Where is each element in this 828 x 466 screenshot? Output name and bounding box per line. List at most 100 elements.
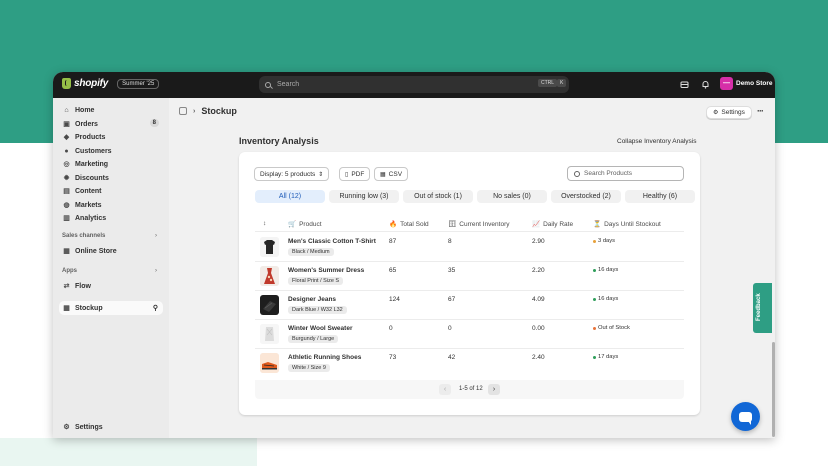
table-row[interactable]: Men's Classic Cotton T-Shirt Black / Med… bbox=[255, 233, 684, 262]
sort-toggle[interactable]: ↕ bbox=[263, 220, 266, 227]
tab-out-of-stock[interactable]: Out of stock (1) bbox=[403, 190, 473, 203]
pagination-range: 1-5 of 12 bbox=[459, 386, 483, 392]
apps-heading: Apps bbox=[62, 268, 77, 274]
chevron-right-icon[interactable]: › bbox=[155, 233, 157, 239]
settings-button[interactable]: ⚙ Settings bbox=[706, 106, 752, 119]
current-inventory: 67 bbox=[448, 296, 456, 303]
sidebar-item-customers[interactable]: ● Customers bbox=[59, 145, 163, 157]
pdf-button[interactable]: ▯ PDF bbox=[339, 167, 371, 181]
current-inventory: 35 bbox=[448, 267, 456, 274]
sidebar-item-stockup[interactable]: ▦ Stockup ⚲ bbox=[59, 301, 163, 315]
sidebar-item-flow[interactable]: ⇄ Flow bbox=[59, 280, 163, 292]
total-sold: 73 bbox=[389, 354, 397, 361]
page-background-accent bbox=[0, 438, 257, 466]
tab-all[interactable]: All (12) bbox=[255, 190, 325, 203]
product-thumbnail bbox=[260, 295, 279, 315]
pin-icon[interactable]: ⚲ bbox=[153, 304, 158, 312]
top-bar: shopify Summer '25 Search CTRL K — Demo … bbox=[53, 72, 775, 98]
tab-no-sales[interactable]: No sales (0) bbox=[477, 190, 547, 203]
csv-button[interactable]: ▦ CSV bbox=[374, 167, 409, 181]
home-icon: ⌂ bbox=[64, 106, 69, 114]
status-dot bbox=[593, 355, 596, 359]
product-name: Athletic Running Shoes bbox=[288, 354, 362, 361]
box-icon: 🗄 bbox=[448, 221, 457, 228]
scrollbar[interactable] bbox=[772, 342, 775, 437]
global-search-input[interactable]: Search CTRL K bbox=[259, 76, 569, 93]
sidebar-item-home[interactable]: ⌂ Home bbox=[59, 104, 163, 116]
days-until-stockout: 3 days bbox=[593, 238, 615, 244]
sidebar-item-marketing[interactable]: ◎ Marketing bbox=[59, 158, 163, 170]
discount-icon: ✹ bbox=[63, 175, 70, 182]
search-products-input[interactable]: Search Products bbox=[567, 166, 684, 181]
display-select[interactable]: Display: 5 products ⇕ bbox=[254, 167, 330, 181]
column-product[interactable]: 🛒 Product bbox=[288, 220, 322, 229]
table-row[interactable]: Designer Jeans Dark Blue / W32 L32 124 6… bbox=[255, 291, 684, 320]
product-variant: Burgundy / Large bbox=[288, 335, 339, 343]
table-row[interactable]: Women's Summer Dress Floral Print / Size… bbox=[255, 262, 684, 291]
sidebar-item-content[interactable]: ▤ Content bbox=[59, 185, 163, 197]
column-daily-rate[interactable]: 📈 Daily Rate bbox=[532, 220, 574, 229]
product-variant: Floral Print / Size S bbox=[288, 277, 344, 285]
cart-icon: 🛒 bbox=[288, 221, 297, 228]
days-until-stockout-value: 16 days bbox=[598, 267, 619, 273]
shortcut-ctrl-key: CTRL bbox=[538, 79, 558, 87]
sidebar-item-discounts[interactable]: ✹ Discounts bbox=[59, 172, 163, 184]
search-placeholder: Search bbox=[277, 81, 300, 88]
total-sold: 87 bbox=[389, 238, 397, 245]
table-row[interactable]: Athletic Running Shoes White / Size 9 73… bbox=[255, 349, 684, 378]
sidebar-item-settings[interactable]: ⚙ Settings bbox=[59, 421, 163, 433]
table-row[interactable]: Winter Wool Sweater Burgundy / Large 0 0… bbox=[255, 320, 684, 349]
csv-button-label: CSV bbox=[388, 170, 403, 178]
column-current-inventory[interactable]: 🗄 Current Inventory bbox=[448, 220, 509, 229]
daily-rate: 2.20 bbox=[532, 267, 545, 274]
days-until-stockout-value: Out of Stock bbox=[598, 325, 630, 331]
daily-rate: 0.00 bbox=[532, 325, 545, 332]
search-products-placeholder: Search Products bbox=[584, 170, 633, 177]
bell-icon[interactable] bbox=[701, 80, 710, 89]
season-badge: Summer '25 bbox=[117, 78, 160, 89]
more-actions-button[interactable]: ··· bbox=[757, 106, 764, 116]
globe-icon: ◍ bbox=[63, 202, 70, 209]
sidebar-item-label: Analytics bbox=[75, 214, 107, 222]
days-until-stockout: Out of Stock bbox=[593, 325, 630, 331]
flow-icon: ⇄ bbox=[63, 283, 70, 290]
sidebar-item-label: Marketing bbox=[75, 160, 109, 168]
chat-launcher-button[interactable] bbox=[731, 402, 760, 431]
store-switcher[interactable]: — Demo Store bbox=[720, 77, 772, 90]
chart-icon: 📈 bbox=[532, 221, 541, 228]
sidebar-item-label: Markets bbox=[75, 201, 102, 209]
pdf-button-label: PDF bbox=[351, 170, 365, 178]
product-variant: Dark Blue / W32 L32 bbox=[288, 306, 347, 314]
sidebar-item-analytics[interactable]: ▥ Analytics bbox=[59, 212, 163, 224]
chart-icon: ▥ bbox=[63, 215, 70, 222]
shopify-logo[interactable]: shopify Summer '25 bbox=[62, 78, 160, 89]
previous-page-button[interactable]: ‹ bbox=[439, 384, 451, 395]
feedback-tab[interactable]: Feedback bbox=[753, 283, 772, 333]
tab-healthy[interactable]: Healthy (6) bbox=[625, 190, 695, 203]
sidebar-item-markets[interactable]: ◍ Markets bbox=[59, 199, 163, 211]
column-days-until-stockout[interactable]: ⏳ Days Until Stockout bbox=[593, 220, 661, 229]
next-page-button[interactable]: › bbox=[488, 384, 500, 395]
sidebar-item-online-store[interactable]: ▦ Online Store bbox=[59, 245, 163, 257]
status-dot bbox=[593, 297, 596, 301]
settings-button-label: Settings bbox=[721, 109, 745, 116]
content-icon: ▤ bbox=[63, 188, 70, 195]
sidebar-item-products[interactable]: ◆ Products bbox=[59, 131, 163, 143]
sidebar-item-label: Discounts bbox=[75, 174, 109, 182]
tab-overstocked[interactable]: Overstocked (2) bbox=[551, 190, 621, 203]
filter-tabs: All (12) Running low (3) Out of stock (1… bbox=[255, 190, 695, 203]
shortcut-k-key: K bbox=[557, 79, 567, 87]
column-total-sold[interactable]: 🔥 Total Sold bbox=[389, 220, 429, 229]
chevron-right-icon[interactable]: › bbox=[155, 268, 157, 274]
column-daily-rate-label: Daily Rate bbox=[543, 220, 574, 228]
tab-running-low[interactable]: Running low (3) bbox=[329, 190, 399, 203]
product-name: Men's Classic Cotton T-Shirt bbox=[288, 238, 376, 245]
gear-icon: ⚙ bbox=[63, 424, 70, 431]
chat-bubble-icon bbox=[739, 411, 752, 425]
collapse-analysis-link[interactable]: Collapse Inventory Analysis bbox=[617, 138, 697, 145]
target-icon: ◎ bbox=[63, 161, 70, 168]
inventory-card: Display: 5 products ⇕ ▯ PDF ▦ CSV Search… bbox=[239, 152, 700, 415]
inbox-icon[interactable] bbox=[680, 80, 689, 89]
sidebar-item-orders[interactable]: ▣ Orders 8 bbox=[59, 118, 163, 130]
tag-icon: ◆ bbox=[63, 134, 70, 141]
